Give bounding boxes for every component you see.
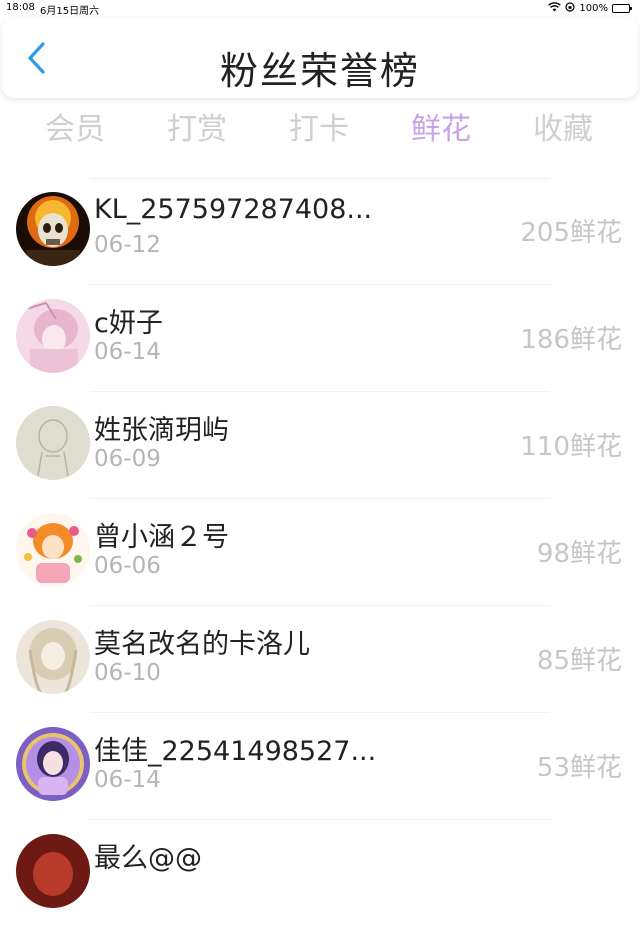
fan-name: 莫名改名的卡洛儿 <box>94 629 310 660</box>
flower-count: 110鲜花 <box>520 432 622 462</box>
fan-name: 佳佳_22541498527... <box>94 736 377 767</box>
avatar <box>16 727 90 801</box>
list-item[interactable]: 莫名改名的卡洛儿 06-10 85鲜花 <box>0 606 640 713</box>
list-item[interactable]: 姓张滴玥屿 06-09 110鲜花 <box>0 392 640 499</box>
fan-list: KL_257597287408... 06-12 205鲜花 c妍子 06-14… <box>0 178 640 927</box>
fan-date: 06-14 <box>94 339 161 365</box>
list-item[interactable]: c妍子 06-14 186鲜花 <box>0 285 640 392</box>
fan-name: 最么@@ <box>94 843 202 874</box>
flower-count: 53鲜花 <box>536 753 622 783</box>
tab-bar: 会员 打赏 打卡 鲜花 收藏 <box>0 104 640 154</box>
wifi-icon <box>548 2 562 15</box>
status-time: 18:08 <box>6 2 35 13</box>
avatar <box>16 513 90 587</box>
flower-count: 98鲜花 <box>536 539 622 569</box>
fan-name: KL_257597287408... <box>94 194 373 225</box>
list-item[interactable]: KL_257597287408... 06-12 205鲜花 <box>0 178 640 285</box>
fan-name: 姓张滴玥屿 <box>94 415 229 446</box>
tab-reward[interactable]: 打赏 <box>142 104 252 148</box>
avatar <box>16 406 90 480</box>
list-item[interactable]: 曾小涵２号 06-06 98鲜花 <box>0 499 640 606</box>
flower-count: 186鲜花 <box>520 325 622 355</box>
fan-date: 06-09 <box>94 446 161 472</box>
status-bar: 18:08 6月15日周六 100% <box>0 0 640 17</box>
avatar <box>16 620 90 694</box>
tab-checkin[interactable]: 打卡 <box>264 104 374 148</box>
fan-date: 06-12 <box>94 232 161 258</box>
flower-count: 85鲜花 <box>536 646 622 676</box>
fan-name: c妍子 <box>94 308 163 339</box>
status-date: 6月15日周六 <box>40 6 100 17</box>
avatar <box>16 834 90 908</box>
list-item[interactable]: 佳佳_22541498527... 06-14 53鲜花 <box>0 713 640 820</box>
tab-favorites[interactable]: 收藏 <box>508 104 618 148</box>
fan-date: 06-06 <box>94 553 161 579</box>
status-right: 100% <box>548 2 632 15</box>
fan-date: 06-14 <box>94 767 161 793</box>
tab-flowers[interactable]: 鲜花 <box>386 104 496 148</box>
fan-name: 曾小涵２号 <box>94 522 229 553</box>
battery-percent: 100% <box>579 3 608 14</box>
battery-icon <box>612 4 632 13</box>
page-title: 粉丝荣誉榜 <box>219 49 420 93</box>
fan-date: 06-10 <box>94 660 161 686</box>
flower-count: 205鲜花 <box>520 218 622 248</box>
nav-header: 粉丝荣誉榜 <box>2 18 638 98</box>
list-item[interactable]: 最么@@ <box>0 820 640 927</box>
lock-rotation-icon <box>565 2 576 15</box>
avatar <box>16 299 90 373</box>
avatar <box>16 192 90 266</box>
tab-member[interactable]: 会员 <box>20 104 130 148</box>
